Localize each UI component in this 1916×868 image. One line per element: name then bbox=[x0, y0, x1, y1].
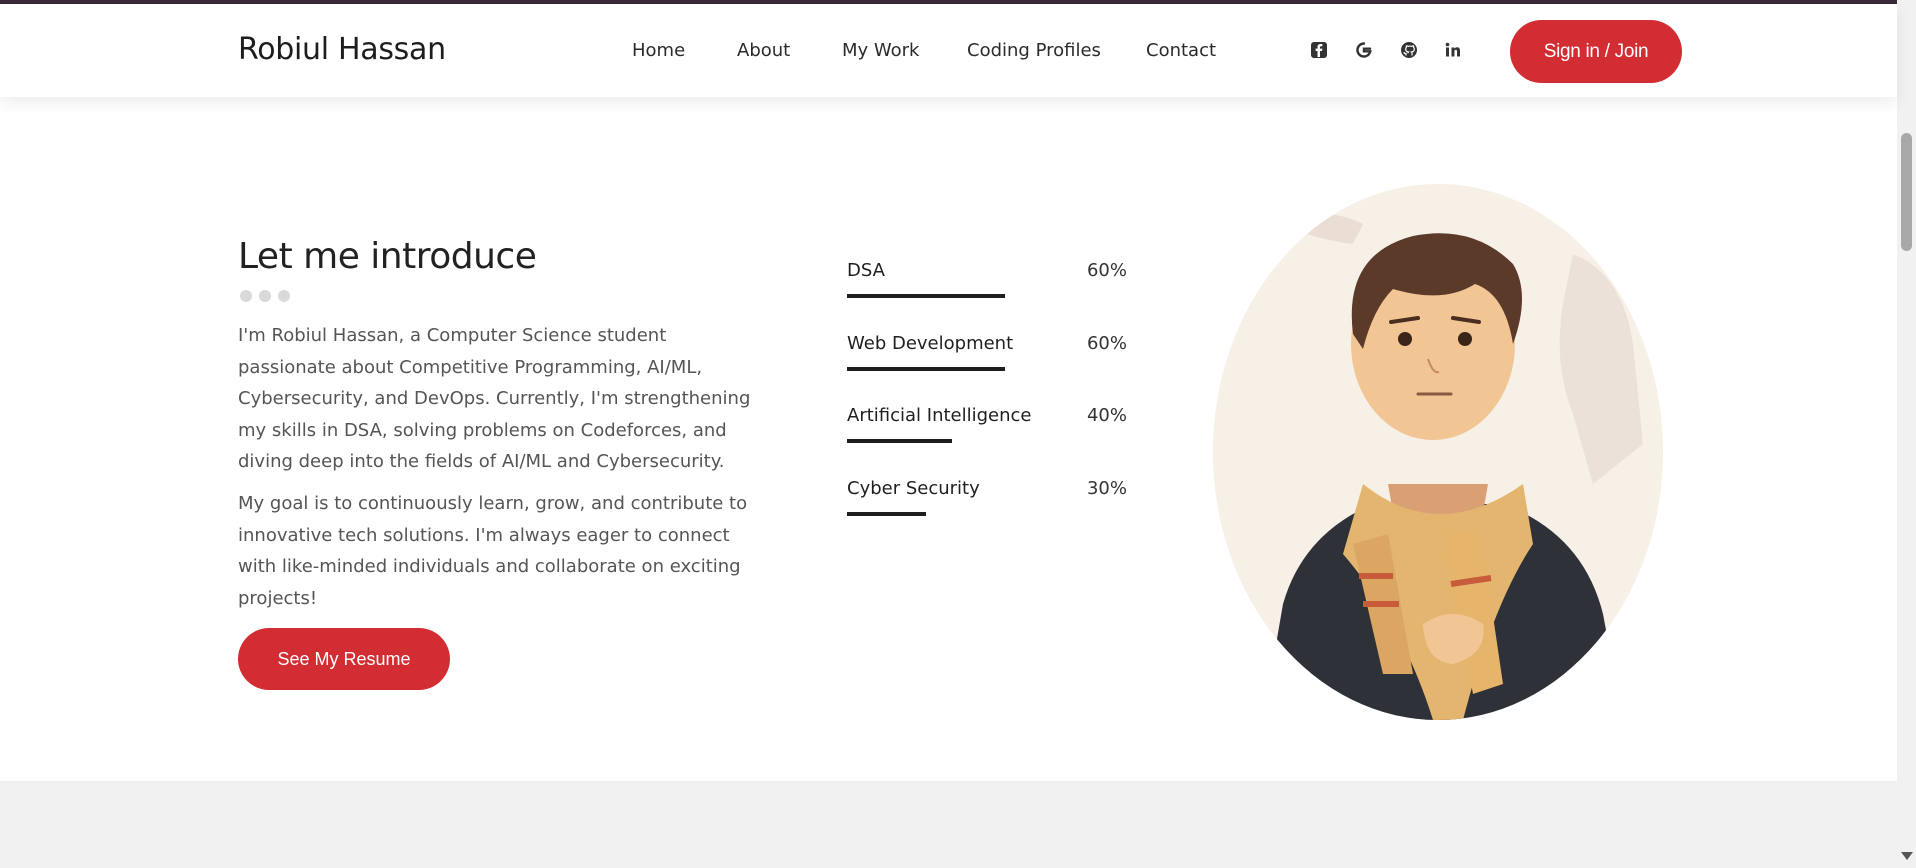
next-section-background bbox=[0, 781, 1897, 868]
site-header: Robiul Hassan Home About My Work Coding … bbox=[0, 4, 1897, 97]
skill-progress-track bbox=[847, 294, 1127, 298]
skill-name: Artificial Intelligence bbox=[847, 405, 1032, 426]
vertical-scrollbar[interactable] bbox=[1897, 0, 1916, 868]
scrollbar-thumb[interactable] bbox=[1901, 133, 1912, 251]
nav-my-work[interactable]: My Work bbox=[842, 40, 919, 61]
profile-avatar-illustration bbox=[1213, 184, 1663, 720]
sign-in-join-button[interactable]: Sign in / Join bbox=[1510, 20, 1682, 83]
github-icon[interactable] bbox=[1399, 40, 1421, 62]
skill-percent: 60% bbox=[1086, 260, 1127, 281]
skill-name: Cyber Security bbox=[847, 478, 980, 499]
scroll-down-arrow-icon[interactable] bbox=[1901, 852, 1913, 860]
skill-name: DSA bbox=[847, 260, 885, 281]
skill-progress-track bbox=[847, 512, 1127, 516]
nav-about[interactable]: About bbox=[737, 40, 790, 61]
skill-progress-track bbox=[847, 367, 1127, 371]
avatar-illustration-svg bbox=[1213, 184, 1663, 720]
facebook-icon[interactable] bbox=[1309, 40, 1331, 62]
intro-paragraph-1: I'm Robiul Hassan, a Computer Science st… bbox=[238, 325, 751, 472]
nav-coding-profiles[interactable]: Coding Profiles bbox=[967, 40, 1101, 61]
skill-item-artificial-intelligence: Artificial Intelligence 40% bbox=[847, 405, 1127, 455]
skill-percent: 30% bbox=[1086, 478, 1127, 499]
skill-progress-fill bbox=[847, 367, 1005, 371]
skill-percent: 40% bbox=[1086, 405, 1127, 426]
skill-progress-fill bbox=[847, 294, 1005, 298]
skill-item-web-development: Web Development 60% bbox=[847, 333, 1127, 383]
nav-contact[interactable]: Contact bbox=[1146, 40, 1216, 61]
linkedin-icon[interactable] bbox=[1443, 40, 1465, 62]
title-dots-decoration bbox=[240, 290, 290, 302]
skill-percent: 60% bbox=[1086, 333, 1127, 354]
skill-item-cyber-security: Cyber Security 30% bbox=[847, 478, 1127, 528]
skill-progress-track bbox=[847, 439, 1127, 443]
skill-item-dsa: DSA 60% bbox=[847, 260, 1127, 310]
brand-logo-text[interactable]: Robiul Hassan bbox=[238, 32, 446, 67]
section-title: Let me introduce bbox=[238, 236, 537, 277]
google-icon[interactable] bbox=[1354, 40, 1376, 62]
skill-progress-fill bbox=[847, 439, 952, 443]
skill-name: Web Development bbox=[847, 333, 1014, 354]
see-my-resume-button[interactable]: See My Resume bbox=[238, 628, 450, 690]
skill-progress-fill bbox=[847, 512, 926, 516]
nav-home[interactable]: Home bbox=[632, 40, 685, 61]
intro-paragraph-2: My goal is to continuously learn, grow, … bbox=[238, 493, 748, 609]
